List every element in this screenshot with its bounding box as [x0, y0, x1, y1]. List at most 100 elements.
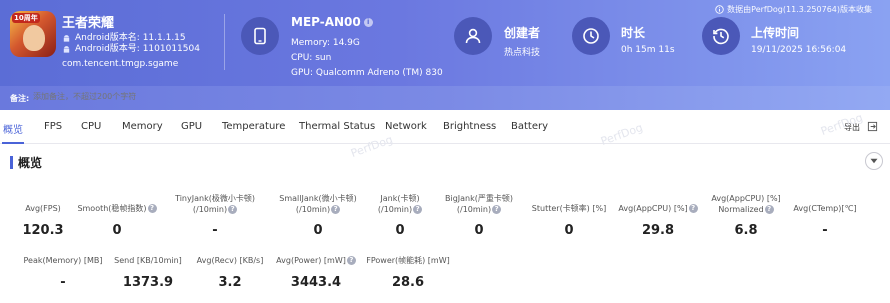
- metric-label: Avg(Recv) [KB/s]: [196, 256, 264, 265]
- upload-circle: [702, 17, 740, 55]
- tab-battery[interactable]: Battery: [511, 121, 548, 132]
- tab-memory[interactable]: Memory: [122, 121, 163, 132]
- metric-label: Peak(Memory) [MB]: [23, 256, 103, 265]
- metric-label-sub: (/10min): [377, 205, 413, 214]
- export-icon[interactable]: [867, 121, 878, 132]
- metric-label: SmallJank(微小卡顿): [279, 194, 357, 203]
- metric-label-line: (/10min)?: [165, 204, 265, 215]
- device-name-text: MEP-AN00: [291, 15, 361, 29]
- device-gpu: GPU: Qualcomm Adreno (TM) 830: [291, 68, 443, 78]
- metric-tinyjank: TinyJank(极微小卡顿) (/10min)? -: [165, 193, 265, 238]
- metric-label-line: Smooth(稳帧指数)?: [72, 203, 162, 214]
- tab-overview[interactable]: 概览: [3, 121, 23, 136]
- metric-label-line: (/10min)?: [433, 204, 525, 215]
- header-divider: [224, 14, 225, 70]
- note-bar: 备注:: [0, 86, 890, 110]
- info-icon: [715, 5, 724, 14]
- source-info: 数据由PerfDog(11.3.250764)版本收集: [715, 4, 872, 15]
- tab-brightness[interactable]: Brightness: [443, 121, 496, 132]
- active-tab-indicator: [2, 142, 24, 144]
- duration-title: 时长: [621, 26, 646, 40]
- android-version-name: Android版本名: 11.1.1.15: [62, 33, 186, 44]
- package-name: com.tencent.tmgp.sgame: [62, 59, 179, 69]
- device-memory: Memory: 14.9G: [291, 38, 360, 48]
- metric-value: 1373.9: [122, 275, 174, 290]
- help-icon[interactable]: ?: [346, 256, 356, 265]
- report-header: 10周年 王者荣耀 Android版本名: 11.1.1.15 Android版…: [0, 0, 890, 86]
- help-icon[interactable]: ?: [331, 205, 341, 214]
- metric-peak-memory: Peak(Memory) [MB] -: [18, 255, 108, 290]
- collapse-button[interactable]: [865, 152, 883, 170]
- metric-value: 0: [474, 223, 484, 238]
- metric-smalljank: SmallJank(微小卡顿) (/10min)? 0: [268, 193, 368, 238]
- section-accent: [10, 156, 13, 169]
- metric-label: BigJank(严重卡顿): [445, 194, 513, 203]
- tab-thermal-status[interactable]: Thermal Status: [299, 121, 375, 132]
- metric-stutter: Stutter(卡顿率) [%] 0: [525, 203, 613, 238]
- tab-gpu[interactable]: GPU: [181, 121, 202, 132]
- metric-value: 0: [395, 223, 405, 238]
- metric-label: Avg(CTemp)[℃]: [793, 204, 857, 213]
- metric-jank: Jank(卡顿) (/10min)? 0: [360, 193, 440, 238]
- metric-value: 0: [112, 223, 122, 238]
- metric-label: Stutter(卡顿率) [%]: [531, 204, 607, 213]
- metric-avg-appcpu-normalized: Avg(AppCPU) [%] Normalized? 6.8: [702, 193, 790, 238]
- note-label: 备注:: [10, 94, 30, 103]
- creator-value: 热点科技: [504, 48, 541, 58]
- device-circle: [241, 17, 279, 55]
- chevron-down-icon: [870, 158, 878, 164]
- metric-label-line: (/10min)?: [268, 204, 368, 215]
- device-name: MEP-AN00 i: [291, 15, 373, 29]
- metric-label-line: Normalized?: [702, 204, 790, 215]
- tab-temperature[interactable]: Temperature: [222, 121, 285, 132]
- metric-value: 0: [564, 223, 574, 238]
- metric-value: -: [822, 223, 828, 238]
- metric-label: Avg(Power) [mW]: [276, 256, 346, 265]
- metric-avg-ctemp: Avg(CTemp)[℃] -: [790, 203, 860, 238]
- android-version-code-text: Android版本号: 1101011504: [75, 44, 200, 54]
- help-icon[interactable]: ?: [492, 205, 502, 214]
- metric-value: -: [212, 223, 218, 238]
- note-input[interactable]: [33, 92, 333, 101]
- metric-value: 28.6: [391, 275, 425, 290]
- tab-network[interactable]: Network: [385, 121, 427, 132]
- metric-label-sub: (/10min): [295, 205, 331, 214]
- metric-avg-recv: Avg(Recv) [KB/s] 3.2: [190, 255, 270, 290]
- device-info-icon[interactable]: i: [363, 18, 373, 27]
- metric-value: 0: [313, 223, 323, 238]
- metric-label: FPower(帧能耗) [mW]: [366, 256, 450, 265]
- help-icon[interactable]: ?: [147, 204, 157, 213]
- device-cpu: CPU: sun: [291, 53, 332, 63]
- metric-label: Avg(AppCPU) [%]: [711, 194, 781, 203]
- help-icon[interactable]: ?: [764, 205, 774, 214]
- android-version-code: Android版本号: 1101011504: [62, 44, 200, 55]
- metric-bigjank: BigJank(严重卡顿) (/10min)? 0: [433, 193, 525, 238]
- metric-smooth: Smooth(稳帧指数)? 0: [72, 203, 162, 238]
- section-title: 概览: [18, 156, 43, 170]
- upload-value: 19/11/2025 16:56:04: [751, 45, 847, 55]
- user-icon: [465, 28, 481, 44]
- tab-cpu[interactable]: CPU: [81, 121, 101, 132]
- source-text: 数据由PerfDog(11.3.250764)版本收集: [727, 5, 872, 14]
- metric-label: Smooth(稳帧指数): [77, 204, 147, 213]
- upload-title: 上传时间: [751, 26, 800, 40]
- app-icon-badge: 10周年: [12, 13, 40, 23]
- metric-label-sub: (/10min): [192, 205, 228, 214]
- metric-label: Jank(卡顿): [380, 194, 420, 203]
- tab-fps[interactable]: FPS: [44, 121, 62, 132]
- phone-icon: [254, 27, 266, 45]
- metric-value: -: [60, 275, 66, 290]
- android-version-name-text: Android版本名: 11.1.1.15: [75, 33, 186, 43]
- help-icon[interactable]: ?: [413, 205, 423, 214]
- creator-title: 创建者: [504, 26, 541, 40]
- metric-value: 29.8: [641, 223, 675, 238]
- tab-bar: 概览 FPS CPU Memory GPU Temperature Therma…: [0, 110, 890, 144]
- metric-label-line: (/10min)?: [360, 204, 440, 215]
- metric-label: Send [KB/10min]: [114, 256, 182, 265]
- help-icon[interactable]: ?: [228, 205, 238, 214]
- creator-circle: [454, 17, 492, 55]
- metric-avg-power: Avg(Power) [mW]? 3443.4: [270, 255, 362, 290]
- app-icon: 10周年: [10, 11, 56, 57]
- help-icon[interactable]: ?: [688, 204, 698, 213]
- metric-fpower: FPower(帧能耗) [mW] 28.6: [362, 255, 454, 290]
